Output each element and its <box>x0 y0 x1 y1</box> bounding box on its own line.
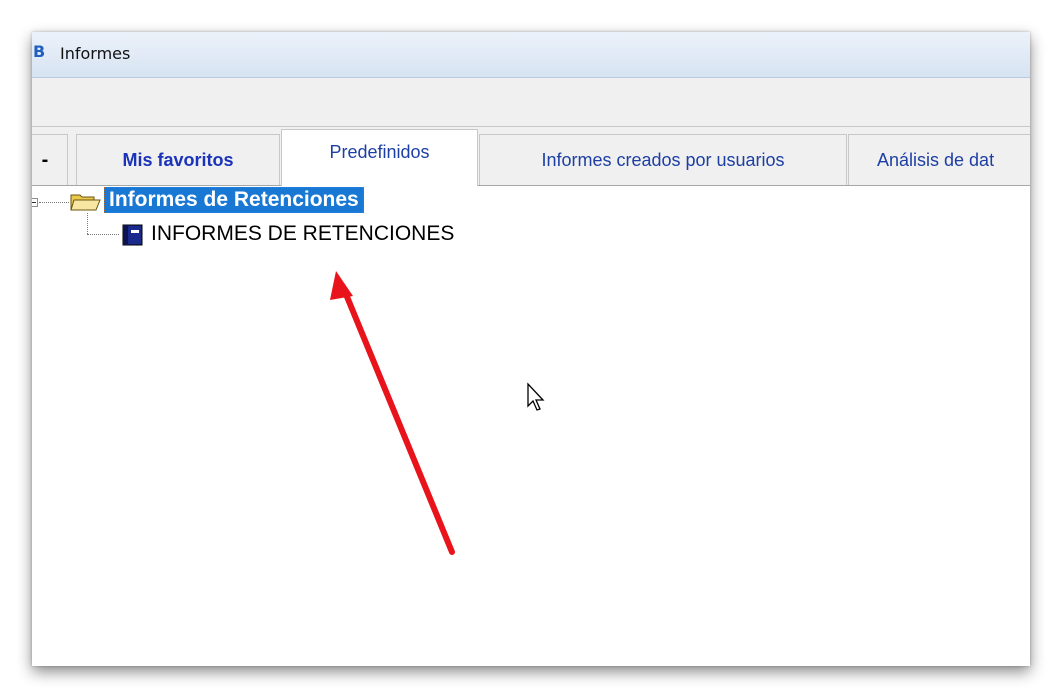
tree-connector <box>87 213 88 234</box>
tab-collapse[interactable]: - <box>32 134 68 185</box>
informes-window: B Informes - Mis favoritos Predefinidos … <box>32 32 1030 666</box>
tree-connector <box>39 202 69 203</box>
app-logo-icon: B <box>33 42 46 61</box>
collapse-toggle-icon[interactable] <box>32 198 38 207</box>
tab-mis-favoritos[interactable]: Mis favoritos <box>76 134 280 185</box>
tree-node-informes-de-retenciones[interactable]: INFORMES DE RETENCIONES <box>151 222 454 246</box>
tree-connector <box>87 234 119 235</box>
tab-informes-usuarios[interactable]: Informes creados por usuarios <box>479 134 847 185</box>
mouse-cursor-icon <box>527 382 545 411</box>
report-book-icon <box>122 224 143 246</box>
tab-strip: - Mis favoritos Predefinidos Informes cr… <box>32 127 1030 186</box>
tab-analisis-datos[interactable]: Análisis de dat <box>848 134 1030 185</box>
tree-node-informes-retenciones[interactable]: Informes de Retenciones <box>104 187 364 213</box>
folder-open-icon <box>70 194 101 211</box>
toolbar <box>32 78 1030 127</box>
window-title: Informes <box>60 44 131 63</box>
report-tree-panel: Informes de Retenciones INFORMES DE RETE… <box>32 186 1030 666</box>
title-bar: B Informes <box>32 32 1030 78</box>
tab-predefinidos[interactable]: Predefinidos <box>281 129 478 186</box>
